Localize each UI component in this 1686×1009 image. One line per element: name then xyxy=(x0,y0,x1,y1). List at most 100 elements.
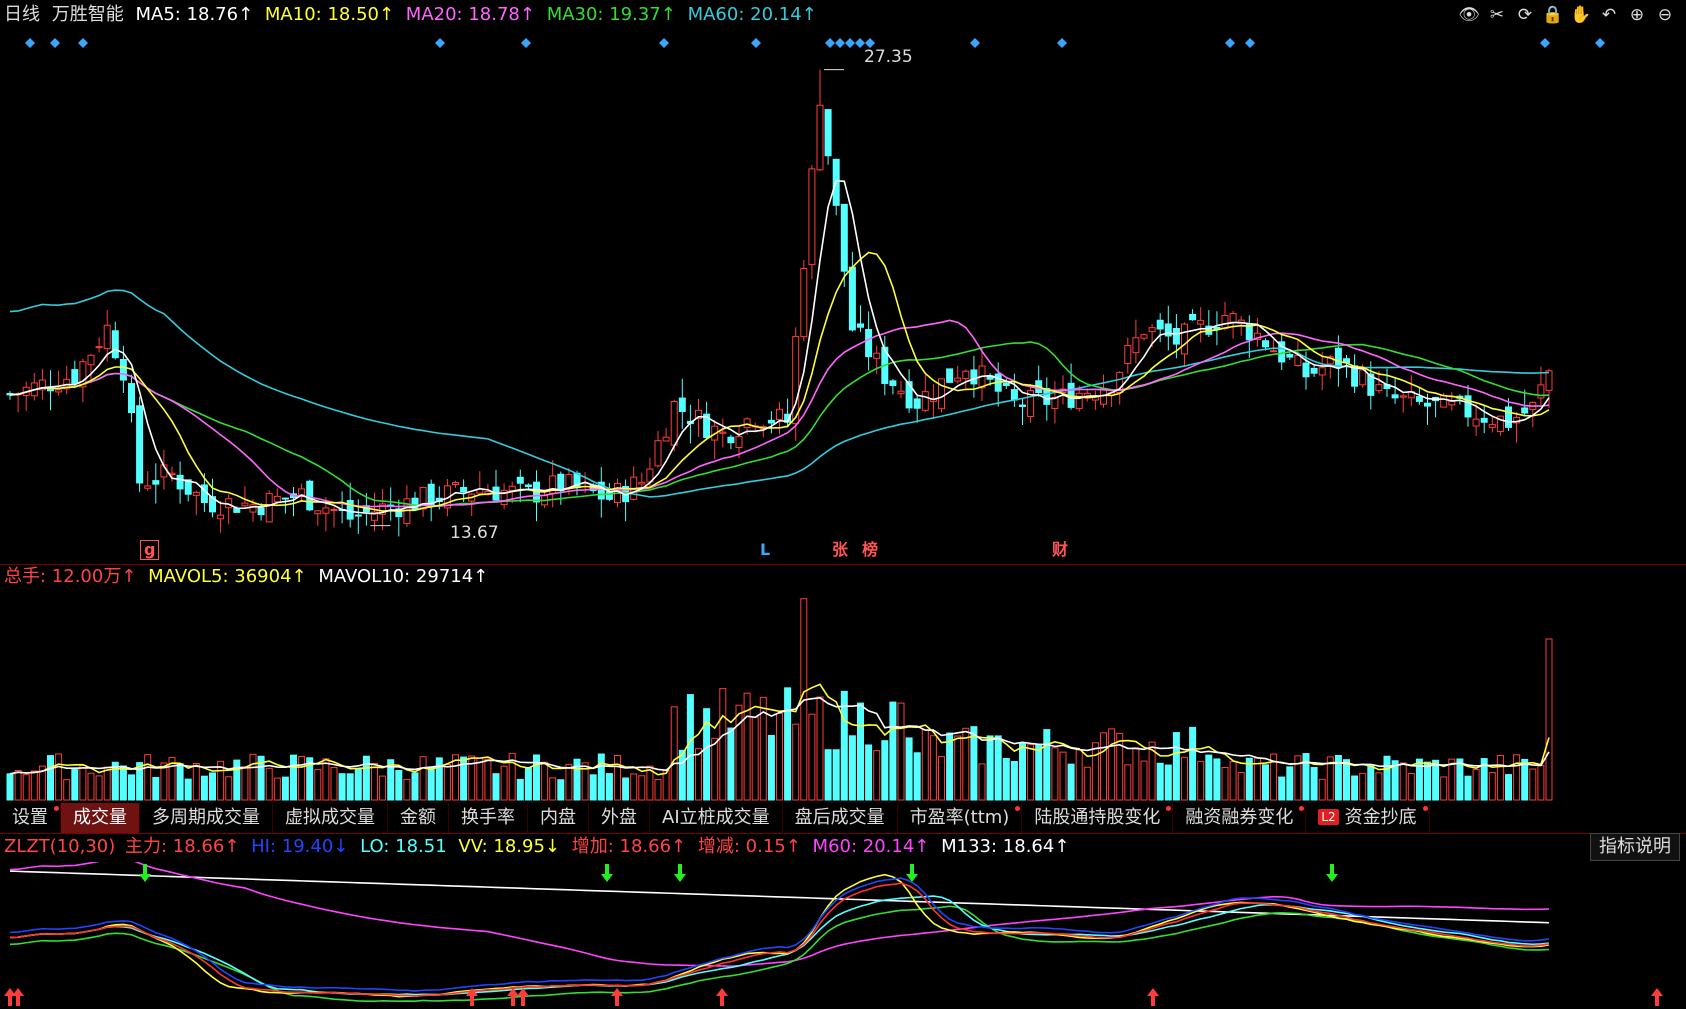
candle-body xyxy=(921,391,929,411)
mavol5-value: MAVOL5: 36904↑ xyxy=(148,566,307,587)
indicator-legend: ZLZT(10,30) 主力: 18.66↑ HI: 19.40↓ LO: 18… xyxy=(4,834,1075,860)
event-marker[interactable]: L xyxy=(760,541,770,559)
candle-body xyxy=(1124,345,1132,365)
tab-13[interactable]: L2 资金抄底 xyxy=(1306,803,1430,833)
candle-body xyxy=(265,493,273,523)
volume-bar xyxy=(622,777,630,801)
volume-bar xyxy=(1278,776,1286,801)
main-force-value: 主力: 18.66↑ xyxy=(125,836,240,857)
candle-body xyxy=(103,324,111,350)
scissors-icon[interactable]: ✂ xyxy=(1486,4,1508,26)
volume-bar xyxy=(128,774,135,801)
zlzt-indicator-chart[interactable] xyxy=(0,862,1686,1009)
candle-body xyxy=(816,104,824,171)
volume-bar xyxy=(6,773,14,801)
m133-value: M133: 18.64↑ xyxy=(941,836,1070,857)
volume-bar xyxy=(1132,747,1140,801)
indicator-name[interactable]: ZLZT(10,30) xyxy=(4,836,115,857)
volume-bar xyxy=(403,778,411,801)
volume-bar xyxy=(47,755,54,801)
tab-12[interactable]: 融资融券变化 xyxy=(1173,803,1307,833)
ma10-line xyxy=(9,251,1550,513)
volume-bar xyxy=(314,769,322,801)
candle-body xyxy=(249,504,257,513)
tab-2[interactable]: 多周期成交量 xyxy=(140,803,273,833)
volume-bar xyxy=(614,755,621,801)
tab-label: 盘后成交量 xyxy=(794,807,885,828)
volume-bar xyxy=(954,735,962,801)
sell-arrow-icon xyxy=(601,864,613,882)
volume-bar xyxy=(913,752,921,801)
volume-chart-panel[interactable] xyxy=(0,592,1686,802)
candlestick-chart[interactable] xyxy=(0,28,1686,568)
period-label[interactable]: 日线 xyxy=(4,4,40,25)
volume-bar xyxy=(638,775,646,801)
volume-bar xyxy=(654,779,662,801)
undo-icon[interactable]: ↶ xyxy=(1598,4,1620,26)
signal-diamond xyxy=(659,38,669,48)
volume-bar xyxy=(1035,743,1043,801)
candle-body xyxy=(808,168,816,266)
l2-badge: L2 xyxy=(1318,809,1339,825)
candle-body xyxy=(1375,384,1383,392)
tab-9[interactable]: 盘后成交量 xyxy=(782,803,898,833)
volume-bar xyxy=(1488,772,1496,801)
candle-body xyxy=(257,507,265,516)
volume-bar xyxy=(1091,742,1099,801)
candle-body xyxy=(1181,323,1188,355)
volume-chart[interactable] xyxy=(0,592,1686,802)
tab-6[interactable]: 内盘 xyxy=(528,803,589,833)
indicator-chart-panel[interactable] xyxy=(0,862,1686,1009)
ma60-line xyxy=(9,289,1550,498)
volume-bar xyxy=(929,735,937,801)
candle-body xyxy=(719,431,727,434)
tab-0[interactable]: 设置 xyxy=(0,803,61,833)
volume-bar xyxy=(767,734,775,801)
volume-bar xyxy=(379,775,387,801)
candle-body xyxy=(767,419,775,424)
tab-label: 融资融券变化 xyxy=(1185,807,1294,828)
eye-icon[interactable]: 👁 xyxy=(1458,4,1480,26)
candle-body xyxy=(800,267,808,338)
volume-bar xyxy=(225,776,233,801)
tab-label: 成交量 xyxy=(73,807,127,828)
tab-5[interactable]: 换手率 xyxy=(449,803,528,833)
hand-icon[interactable]: ✋ xyxy=(1570,4,1592,26)
tab-10[interactable]: 市盈率(ttm) xyxy=(897,803,1023,833)
lock-icon[interactable]: 🔒 xyxy=(1542,4,1564,26)
tab-1[interactable]: 成交量 xyxy=(61,803,140,833)
candle-body xyxy=(1010,389,1018,401)
event-marker[interactable]: g xyxy=(140,540,160,560)
candle-body xyxy=(322,507,330,514)
m133-line xyxy=(9,870,1550,924)
event-marker[interactable]: 榜 xyxy=(862,541,878,559)
tab-3[interactable]: 虚拟成交量 xyxy=(273,803,388,833)
buy-arrow-icon xyxy=(4,988,16,1006)
volume-bar xyxy=(79,764,87,801)
volume-bar xyxy=(516,778,524,801)
replay-icon[interactable]: ⟳ xyxy=(1514,4,1536,26)
candle-body xyxy=(954,377,962,382)
volume-bar xyxy=(298,755,306,801)
signal-diamond xyxy=(78,38,88,48)
zoom-in-icon[interactable]: ⊕ xyxy=(1626,4,1648,26)
volume-bar xyxy=(1383,755,1391,801)
volume-bar xyxy=(727,727,735,801)
candle-body xyxy=(913,398,921,409)
volume-bar xyxy=(670,706,678,801)
volume-bar xyxy=(1075,749,1083,801)
zoom-out-icon[interactable]: ⊖ xyxy=(1654,4,1676,26)
tab-11[interactable]: 陆股通持股变化 xyxy=(1022,803,1174,833)
tab-8[interactable]: AI立桩成交量 xyxy=(650,803,783,833)
event-marker[interactable]: 张 xyxy=(832,541,848,559)
candle-body xyxy=(1359,369,1367,386)
tab-4[interactable]: 金额 xyxy=(388,803,449,833)
event-marker[interactable]: 财 xyxy=(1052,541,1068,559)
indicator-help-button[interactable]: 指标说明 xyxy=(1590,833,1680,861)
volume-bar xyxy=(1027,744,1035,801)
price-chart-panel[interactable] xyxy=(0,28,1686,568)
volume-bar xyxy=(427,766,435,801)
tab-7[interactable]: 外盘 xyxy=(589,803,650,833)
candle-body xyxy=(1310,367,1318,374)
buy-arrow-icon xyxy=(1651,988,1663,1006)
